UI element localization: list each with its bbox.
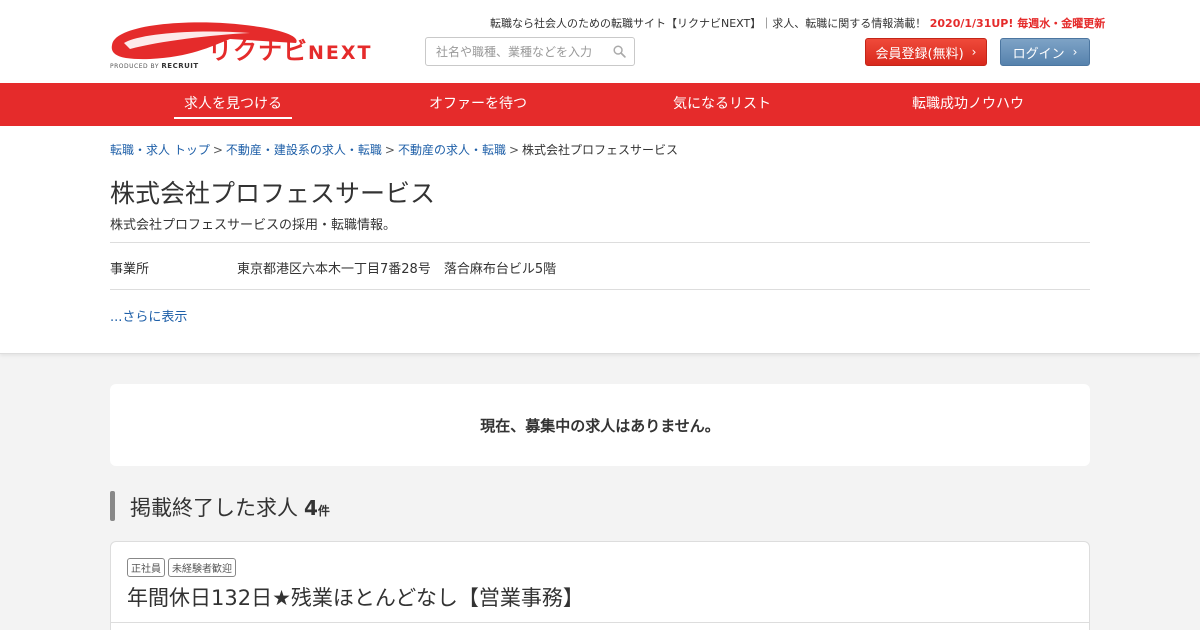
nav-find-jobs[interactable]: 求人を見つける <box>174 83 292 126</box>
no-openings-text: 現在、募集中の求人はありません。 <box>480 416 720 435</box>
logo-wordmark: リクナビNEXT <box>208 31 373 66</box>
office-address: 東京都港区六本木一丁目7番28号 落合麻布台ビル5階 <box>237 262 557 277</box>
logo-wordmark-next: NEXT <box>308 42 373 64</box>
recruit-brand: RECRUIT <box>161 62 199 70</box>
search-icon[interactable] <box>613 45 626 58</box>
company-section: 転職・求人 トップ > 不動産・建設系の求人・転職 > 不動産の求人・転職 > 株式会社プロ… <box>0 126 1200 354</box>
section-heading-bar <box>110 491 115 521</box>
rikunabi-next-logo[interactable]: リクナビNEXT PRODUCED BY RECRUIT <box>110 17 371 71</box>
ended-listings-count: 4 <box>304 496 318 520</box>
login-button[interactable]: ログイン › <box>1000 38 1090 66</box>
update-note: 2020/1/31UP! 毎週水・金曜更新 <box>929 17 1106 30</box>
breadcrumb-link-realestate[interactable]: 不動産の求人・転職 <box>398 143 506 157</box>
page-title: 株式会社プロフェスサービス <box>110 179 436 208</box>
register-button[interactable]: 会員登録(無料) › <box>865 38 987 66</box>
breadcrumb-link-top[interactable]: 転職・求人 トップ <box>110 143 210 157</box>
divider <box>111 622 1089 623</box>
breadcrumb-separator: > <box>384 143 395 157</box>
ended-listings-unit: 件 <box>317 504 330 518</box>
chevron-right-icon: › <box>1072 45 1078 59</box>
job-card[interactable]: 正社員 未経験者歓迎 年間休日132日★残業ほとんどなし【営業事務】 <box>110 541 1090 630</box>
breadcrumb-separator: > <box>508 143 520 157</box>
nav-career-knowhow[interactable]: 転職成功ノウハウ <box>902 83 1034 126</box>
divider <box>110 242 1090 243</box>
tagline-text: 転職なら社会人のための転職サイト【リクナビNEXT】｜求人、転職に関する情報満載… <box>490 17 927 30</box>
nav-watch-list[interactable]: 気になるリスト <box>664 83 780 126</box>
office-label: 事業所 <box>110 262 150 277</box>
job-tags: 正社員 未経験者歓迎 <box>127 558 236 577</box>
chevron-right-icon: › <box>971 45 977 59</box>
produced-by-recruit: PRODUCED BY RECRUIT <box>110 62 199 70</box>
ended-listings-heading: 掲載終了した求人 4件 <box>130 492 330 522</box>
divider <box>110 289 1090 290</box>
breadcrumb-separator: > <box>212 143 223 157</box>
main-nav: 求人を見つける オファーを待つ 気になるリスト 転職成功ノウハウ <box>0 83 1200 126</box>
show-more-link[interactable]: ...さらに表示 <box>110 306 187 325</box>
search-input[interactable] <box>426 38 606 65</box>
breadcrumb: 転職・求人 トップ > 不動産・建設系の求人・転職 > 不動産の求人・転職 > 株式会社プロ… <box>110 141 678 158</box>
job-tag-inexperienced-welcome: 未経験者歓迎 <box>168 558 236 577</box>
breadcrumb-current: 株式会社プロフェスサービス <box>522 143 679 157</box>
company-subtitle: 株式会社プロフェスサービスの採用・転職情報。 <box>110 218 397 233</box>
logo-wordmark-main: リクナビ <box>208 37 308 65</box>
search-box <box>425 37 635 66</box>
job-title-link[interactable]: 年間休日132日★残業ほとんどなし【営業事務】 <box>127 582 584 612</box>
register-button-label: 会員登録(無料) <box>875 46 964 62</box>
site-header: リクナビNEXT PRODUCED BY RECRUIT 転職なら社会人のための… <box>0 0 1200 83</box>
nav-wait-offers[interactable]: オファーを待つ <box>420 83 536 126</box>
no-openings-notice: 現在、募集中の求人はありません。 <box>110 384 1090 466</box>
ended-listings-title: 掲載終了した求人 <box>130 496 298 520</box>
login-button-label: ログイン <box>1012 46 1065 62</box>
job-tag-fulltime: 正社員 <box>127 558 165 577</box>
produced-by-label: PRODUCED BY <box>110 63 159 70</box>
header-tagline: 転職なら社会人のための転職サイト【リクナビNEXT】｜求人、転職に関する情報満載… <box>490 15 1105 31</box>
breadcrumb-link-realestate-construction[interactable]: 不動産・建設系の求人・転職 <box>226 143 382 157</box>
